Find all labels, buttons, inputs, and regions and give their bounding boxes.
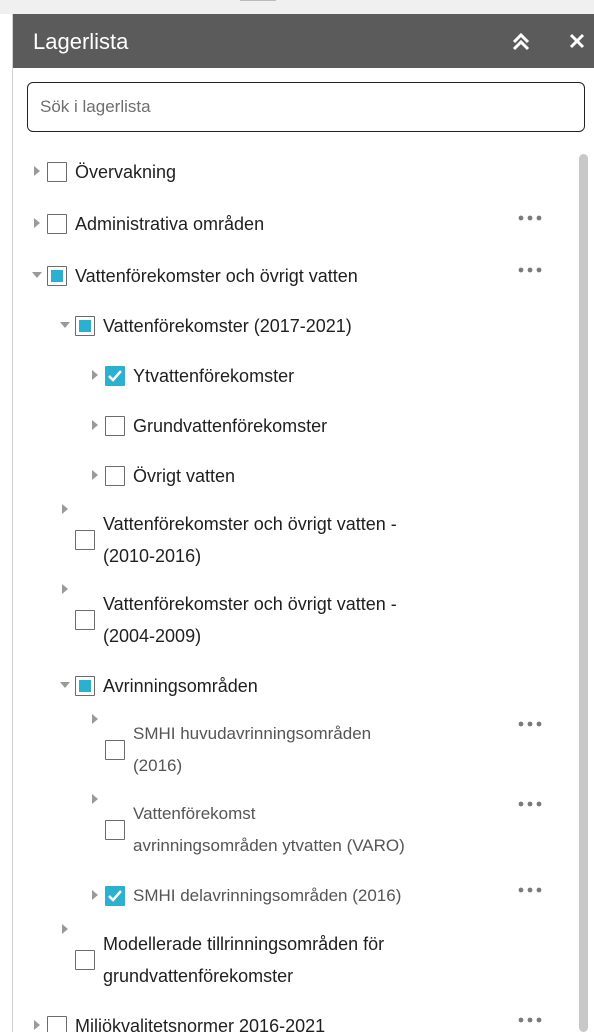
caret-right-icon[interactable] xyxy=(59,582,71,600)
search-input[interactable] xyxy=(27,82,585,132)
caret-right-icon[interactable] xyxy=(31,164,43,182)
layer-row[interactable]: Övrigt vatten xyxy=(13,450,573,500)
caret-right-icon[interactable] xyxy=(89,468,101,486)
layer-row[interactable]: SMHI delavrinningsområden (2016) xyxy=(13,870,573,920)
more-options-button[interactable] xyxy=(515,260,545,280)
layer-row[interactable]: Ytvattenförekomster xyxy=(13,350,573,400)
caret-right-icon[interactable] xyxy=(59,922,71,940)
layer-label: (2010-2016) xyxy=(103,546,202,566)
panel-title: Lagerlista xyxy=(33,29,129,54)
layer-checkbox[interactable] xyxy=(105,886,125,906)
more-options-button[interactable] xyxy=(515,208,545,228)
double-chevron-up-icon xyxy=(512,32,530,51)
layer-checkbox[interactable] xyxy=(75,950,95,970)
layer-checkbox[interactable] xyxy=(105,740,125,760)
caret-down-icon[interactable] xyxy=(59,678,71,696)
layer-label: Avrinningsområden xyxy=(103,676,258,696)
layer-label: Vattenförekomster och övrigt vatten - xyxy=(103,594,397,614)
layer-label: (2004-2009) xyxy=(103,626,202,646)
close-panel-button[interactable] xyxy=(565,26,591,56)
caret-right-icon[interactable] xyxy=(89,792,101,810)
layer-label: Övervakning xyxy=(75,162,177,182)
layer-label: Vattenförekomster och övrigt vatten - xyxy=(103,514,397,534)
layer-label: Vattenförekomster och övrigt vatten xyxy=(75,266,358,286)
layer-label: Modellerade tillrinningsområden för xyxy=(103,934,385,954)
collapse-panel-button[interactable] xyxy=(506,26,536,56)
layer-checkbox[interactable] xyxy=(105,416,125,436)
more-options-button[interactable] xyxy=(515,794,545,814)
layer-label: grundvattenförekomster xyxy=(103,966,294,986)
layer-checkbox[interactable] xyxy=(105,366,125,386)
layer-row[interactable]: Administrativa områden xyxy=(13,198,573,250)
more-horizontal-icon xyxy=(518,887,542,893)
layer-checkbox[interactable] xyxy=(105,466,125,486)
caret-right-icon[interactable] xyxy=(89,888,101,906)
caret-right-icon[interactable] xyxy=(89,418,101,436)
more-horizontal-icon xyxy=(518,801,542,807)
map-line xyxy=(240,0,276,4)
caret-right-icon[interactable] xyxy=(31,1018,43,1032)
layer-checkbox[interactable] xyxy=(75,530,95,550)
layer-label: Ytvattenförekomster xyxy=(133,366,295,386)
caret-right-icon[interactable] xyxy=(89,712,101,730)
more-horizontal-icon xyxy=(518,267,542,273)
layer-label: Administrativa områden xyxy=(75,214,265,234)
layer-tree: Övervakning Administrativa områden Vattenf… xyxy=(13,146,577,1032)
more-horizontal-icon xyxy=(518,1017,542,1023)
layer-row[interactable]: Vattenförekomster och övrigt vatten - (20… xyxy=(13,580,573,660)
layer-row[interactable]: Miljökvalitetsnormer 2016-2021 xyxy=(13,1000,573,1032)
more-options-button[interactable] xyxy=(515,880,545,900)
checkmark-icon xyxy=(108,890,122,902)
more-horizontal-icon xyxy=(518,721,542,727)
layer-checkbox[interactable] xyxy=(75,316,95,336)
caret-down-icon[interactable] xyxy=(59,318,71,336)
layer-checkbox[interactable] xyxy=(47,214,67,234)
layer-row[interactable]: Vattenförekomster och övrigt vatten - (20… xyxy=(13,500,573,580)
map-edge xyxy=(0,0,594,14)
layer-row[interactable]: Övervakning xyxy=(13,146,573,198)
caret-down-icon[interactable] xyxy=(31,268,43,286)
caret-right-icon[interactable] xyxy=(31,216,43,234)
more-options-button[interactable] xyxy=(515,714,545,734)
layer-checkbox[interactable] xyxy=(75,676,95,696)
layer-label: Vattenförekomst xyxy=(133,804,256,823)
layer-row[interactable]: Vattenförekomst avrinningsområden ytvatte… xyxy=(13,790,573,870)
layer-checkbox[interactable] xyxy=(47,162,67,182)
layer-label: SMHI huvudavrinningsområden xyxy=(133,724,372,743)
checkmark-icon xyxy=(108,370,122,382)
layer-row[interactable]: Avrinningsområden xyxy=(13,660,573,710)
caret-right-icon[interactable] xyxy=(89,368,101,386)
more-options-button[interactable] xyxy=(515,1010,545,1030)
layer-row[interactable]: Modellerade tillrinningsområden för grund… xyxy=(13,920,573,1000)
layer-row[interactable]: Vattenförekomster och övrigt vatten xyxy=(13,250,573,300)
layer-label: Miljökvalitetsnormer 2016-2021 xyxy=(75,1016,326,1032)
layer-label: (2016) xyxy=(133,756,183,775)
layer-label: Grundvattenförekomster xyxy=(133,416,328,436)
layer-label: SMHI delavrinningsområden (2016) xyxy=(133,886,402,905)
layer-label: Vattenförekomster (2017-2021) xyxy=(103,316,352,336)
layer-checkbox[interactable] xyxy=(47,266,67,286)
scrollbar[interactable] xyxy=(579,154,588,1032)
caret-right-icon[interactable] xyxy=(59,502,71,520)
layer-list-panel: Lagerlista Övervakning Administrativa omr… xyxy=(12,14,594,1032)
layer-checkbox[interactable] xyxy=(75,610,95,630)
more-horizontal-icon xyxy=(518,215,542,221)
panel-header: Lagerlista xyxy=(13,14,594,68)
layer-label: avrinningsområden ytvatten (VARO) xyxy=(133,836,405,855)
close-icon xyxy=(569,33,585,49)
layer-row[interactable]: Vattenförekomster (2017-2021) xyxy=(13,300,573,350)
layer-row[interactable]: SMHI huvudavrinningsområden (2016) xyxy=(13,710,573,790)
layer-checkbox[interactable] xyxy=(47,1016,67,1032)
layer-label: Övrigt vatten xyxy=(133,466,236,486)
layer-checkbox[interactable] xyxy=(105,820,125,840)
layer-row[interactable]: Grundvattenförekomster xyxy=(13,400,573,450)
